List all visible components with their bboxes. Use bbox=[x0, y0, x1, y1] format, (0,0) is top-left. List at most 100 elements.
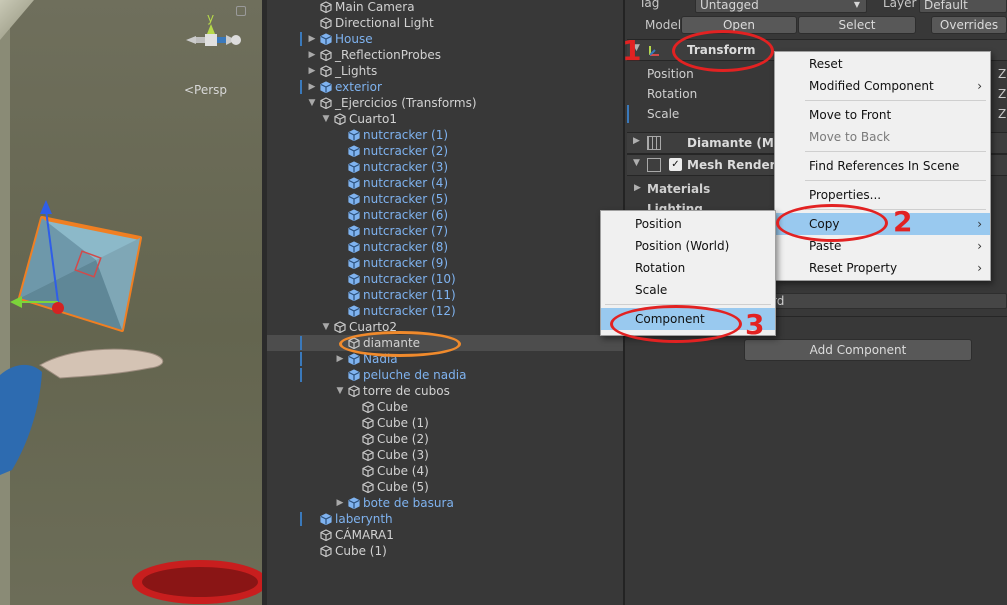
overrides-button[interactable]: Overrides bbox=[931, 16, 1007, 34]
chevron-down-icon: ▼ bbox=[853, 0, 860, 9]
prefab-override-marker bbox=[300, 512, 302, 526]
menu-item-label: Move to Front bbox=[809, 108, 892, 122]
hierarchy-item[interactable]: ▶ Nadia bbox=[267, 351, 625, 367]
hierarchy-item[interactable]: nutcracker (2) bbox=[267, 143, 625, 159]
hierarchy-item[interactable]: nutcracker (7) bbox=[267, 223, 625, 239]
collapse-arrow-icon[interactable]: ▶ bbox=[307, 47, 317, 63]
hierarchy-item[interactable]: Cube bbox=[267, 399, 625, 415]
annotation-ellipse-3 bbox=[610, 305, 742, 343]
mesh-renderer-icon bbox=[647, 158, 661, 172]
collapse-arrow-icon[interactable]: ▶ bbox=[335, 351, 345, 367]
context-menu-item-move-to-front[interactable]: Move to Front bbox=[775, 104, 990, 126]
hierarchy-item[interactable]: Cube (2) bbox=[267, 431, 625, 447]
collapse-arrow-icon[interactable]: ▶ bbox=[307, 63, 317, 79]
prefab-cube-icon bbox=[348, 209, 360, 221]
persp-label[interactable]: <Persp bbox=[184, 83, 227, 97]
hierarchy-item[interactable]: nutcracker (3) bbox=[267, 159, 625, 175]
hierarchy-item-label: laberynth bbox=[335, 512, 393, 526]
hierarchy-item[interactable]: nutcracker (11) bbox=[267, 287, 625, 303]
hierarchy-item[interactable]: Directional Light bbox=[267, 15, 625, 31]
context-menu-item-move-to-back[interactable]: Move to Back bbox=[775, 126, 990, 148]
foldout-arrow-icon[interactable]: ▶ bbox=[633, 136, 640, 146]
select-button[interactable]: Select bbox=[798, 16, 916, 34]
hierarchy-item[interactable]: ▶ exterior bbox=[267, 79, 625, 95]
hierarchy-item[interactable]: ▶ _Lights bbox=[267, 63, 625, 79]
hierarchy-item[interactable]: ▼ Cuarto1 bbox=[267, 111, 625, 127]
context-menu-item-properties[interactable]: Properties... bbox=[775, 184, 990, 206]
add-component-button[interactable]: Add Component bbox=[744, 339, 972, 361]
expand-arrow-icon[interactable]: ▼ bbox=[321, 319, 331, 335]
hierarchy-item[interactable]: laberynth bbox=[267, 511, 625, 527]
prefab-cube-icon bbox=[348, 145, 360, 157]
hierarchy-item[interactable]: Cube (3) bbox=[267, 447, 625, 463]
hierarchy-item[interactable]: nutcracker (6) bbox=[267, 207, 625, 223]
hierarchy-item[interactable]: ▼ _Ejercicios (Transforms) bbox=[267, 95, 625, 111]
hierarchy-item[interactable]: peluche de nadia bbox=[267, 367, 625, 383]
hierarchy-item[interactable]: ▼ torre de cubos bbox=[267, 383, 625, 399]
layer-dropdown[interactable]: Default bbox=[919, 0, 1007, 13]
prefab-cube-icon bbox=[348, 497, 360, 509]
copy-submenu-item-rotation[interactable]: Rotation bbox=[601, 257, 775, 279]
context-menu-item-find-references-in-scene[interactable]: Find References In Scene bbox=[775, 155, 990, 177]
expand-arrow-icon[interactable]: ▼ bbox=[335, 383, 345, 399]
menu-item-label: Find References In Scene bbox=[809, 159, 960, 173]
hierarchy-item[interactable]: ▼ Cuarto2 bbox=[267, 319, 625, 335]
lock-icon[interactable] bbox=[236, 6, 246, 16]
gameobject-cube-icon bbox=[362, 465, 374, 477]
copy-submenu-item-position[interactable]: Position bbox=[601, 213, 775, 235]
collapse-arrow-icon[interactable]: ▶ bbox=[307, 31, 317, 47]
foldout-arrow-icon[interactable]: ▼ bbox=[633, 158, 640, 168]
prefab-cube-icon bbox=[348, 305, 360, 317]
menu-separator bbox=[805, 180, 986, 181]
context-menu-item-reset-property[interactable]: Reset Property › bbox=[775, 257, 990, 279]
submenu-arrow-icon: › bbox=[977, 79, 982, 93]
hierarchy-item[interactable]: nutcracker (1) bbox=[267, 127, 625, 143]
expand-arrow-icon[interactable]: ▼ bbox=[321, 111, 331, 127]
hierarchy-item[interactable]: ▶ _ReflectionProbes bbox=[267, 47, 625, 63]
hierarchy-item[interactable]: Cube (1) bbox=[267, 543, 625, 559]
hierarchy-item[interactable]: nutcracker (8) bbox=[267, 239, 625, 255]
scene-objects bbox=[0, 200, 262, 604]
collapse-arrow-icon[interactable]: ▶ bbox=[307, 79, 317, 95]
hierarchy-item-label: nutcracker (4) bbox=[363, 176, 449, 190]
hierarchy-item[interactable]: nutcracker (10) bbox=[267, 271, 625, 287]
enabled-checkbox[interactable]: ✓ bbox=[669, 158, 682, 171]
context-menu-item-reset[interactable]: Reset bbox=[775, 53, 990, 75]
prefab-cube-icon bbox=[348, 257, 360, 269]
layer-value: Default bbox=[924, 0, 968, 12]
hierarchy-item[interactable]: ▶ House bbox=[267, 31, 625, 47]
foldout-arrow-icon[interactable]: ▶ bbox=[634, 183, 641, 193]
hierarchy-item-label: _Ejercicios (Transforms) bbox=[335, 96, 477, 110]
hierarchy-item[interactable]: nutcracker (5) bbox=[267, 191, 625, 207]
scene-view[interactable]: y <Persp bbox=[0, 0, 267, 605]
hierarchy-item[interactable]: Cube (5) bbox=[267, 479, 625, 495]
hierarchy-item[interactable]: nutcracker (4) bbox=[267, 175, 625, 191]
hierarchy-item-label: Cube (1) bbox=[335, 544, 387, 558]
prefab-cube-icon bbox=[348, 193, 360, 205]
hierarchy-item[interactable]: nutcracker (12) bbox=[267, 303, 625, 319]
gameobject-cube-icon bbox=[320, 97, 332, 109]
hierarchy-item[interactable]: Main Camera bbox=[267, 0, 625, 15]
materials-label[interactable]: Materials bbox=[647, 182, 710, 196]
gameobject-cube-icon bbox=[320, 1, 332, 13]
gameobject-cube-icon bbox=[362, 417, 374, 429]
hierarchy-item[interactable]: Cube (1) bbox=[267, 415, 625, 431]
context-menu-item-modified-component[interactable]: Modified Component › bbox=[775, 75, 990, 97]
copy-submenu-item-position-world[interactable]: Position (World) bbox=[601, 235, 775, 257]
collapse-arrow-icon[interactable]: ▶ bbox=[335, 495, 345, 511]
prefab-cube-icon bbox=[320, 81, 332, 93]
hierarchy-item[interactable]: CÁMARA1 bbox=[267, 527, 625, 543]
shader-field[interactable]: rd bbox=[767, 293, 1007, 309]
hierarchy-item-label: Cube (2) bbox=[377, 432, 429, 446]
menu-item-label: Modified Component bbox=[809, 79, 934, 93]
hierarchy-item-label: nutcracker (10) bbox=[363, 272, 456, 286]
prefab-override-marker bbox=[300, 32, 302, 46]
menu-item-label: Position bbox=[635, 217, 682, 231]
tag-dropdown[interactable]: Untagged ▼ bbox=[695, 0, 867, 13]
hierarchy-item[interactable]: nutcracker (9) bbox=[267, 255, 625, 271]
expand-arrow-icon[interactable]: ▼ bbox=[307, 95, 317, 111]
copy-submenu-item-scale[interactable]: Scale bbox=[601, 279, 775, 301]
annotation-ellipse-selection bbox=[339, 331, 461, 357]
hierarchy-item[interactable]: ▶ bote de basura bbox=[267, 495, 625, 511]
hierarchy-item[interactable]: Cube (4) bbox=[267, 463, 625, 479]
